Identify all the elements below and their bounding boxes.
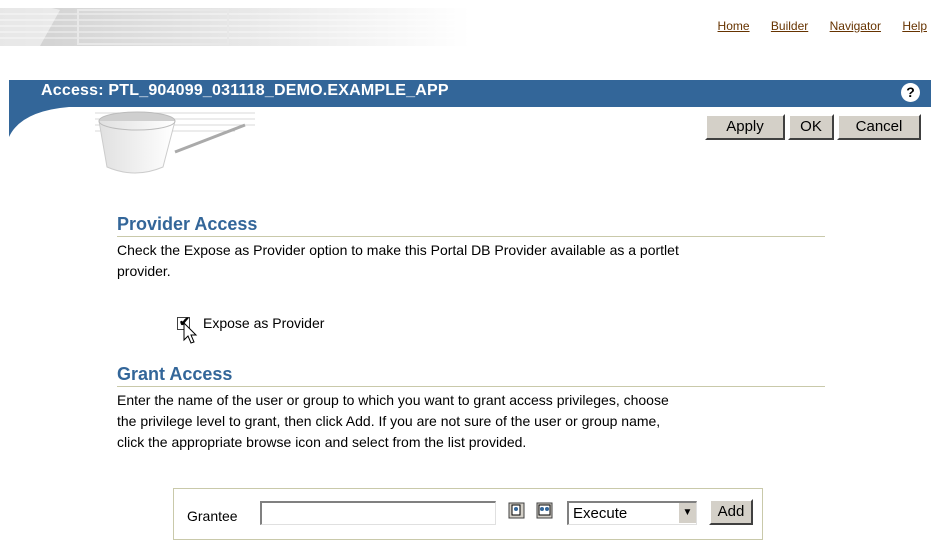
nav-builder-link[interactable]: Builder	[771, 19, 808, 33]
description-line: the privilege level to grant, then click…	[117, 413, 661, 429]
nav-navigator-link[interactable]: Navigator	[830, 19, 881, 33]
title-bar: Access: PTL_904099_031118_DEMO.EXAMPLE_A…	[9, 80, 931, 107]
mouse-cursor-icon	[183, 322, 198, 344]
grantee-label: Grantee	[187, 508, 238, 524]
nav-home-link[interactable]: Home	[718, 19, 750, 33]
provider-access-description: Check the Expose as Provider option to m…	[117, 240, 829, 282]
nav-help-link[interactable]: Help	[902, 19, 927, 33]
provider-access-heading: Provider Access	[117, 214, 825, 237]
help-icon[interactable]: ?	[901, 83, 920, 102]
grantee-input[interactable]	[260, 501, 496, 525]
page-title: Access: PTL_904099_031118_DEMO.EXAMPLE_A…	[41, 82, 449, 99]
description-line: Enter the name of the user or group to w…	[117, 392, 669, 408]
browse-groups-icon[interactable]	[536, 502, 553, 519]
ok-button[interactable]: OK	[788, 114, 834, 140]
add-grantee-button[interactable]: Add	[709, 499, 753, 525]
privilege-selected-value: Execute	[573, 505, 628, 522]
grant-form: Grantee Execute ▼ Add	[173, 488, 763, 540]
grant-access-heading: Grant Access	[117, 364, 825, 387]
cancel-button[interactable]: Cancel	[837, 114, 921, 140]
description-line: Check the Expose as Provider option to m…	[117, 242, 679, 258]
expose-as-provider-label: Expose as Provider	[203, 315, 325, 331]
banner-graphic	[0, 6, 470, 46]
database-graphic	[95, 111, 255, 174]
provider-access-section: Provider Access Check the Expose as Prov…	[117, 214, 829, 282]
description-line: click the appropriate browse icon and se…	[117, 434, 527, 450]
description-line: provider.	[117, 263, 171, 279]
grant-access-section: Grant Access Enter the name of the user …	[117, 364, 829, 453]
apply-button[interactable]: Apply	[705, 114, 785, 140]
grant-access-description: Enter the name of the user or group to w…	[117, 390, 829, 453]
privilege-select[interactable]: Execute ▼	[567, 501, 697, 525]
dropdown-arrow-icon[interactable]: ▼	[678, 503, 696, 523]
browse-users-icon[interactable]	[508, 502, 525, 519]
top-nav: Home Builder Navigator Help	[700, 19, 927, 33]
